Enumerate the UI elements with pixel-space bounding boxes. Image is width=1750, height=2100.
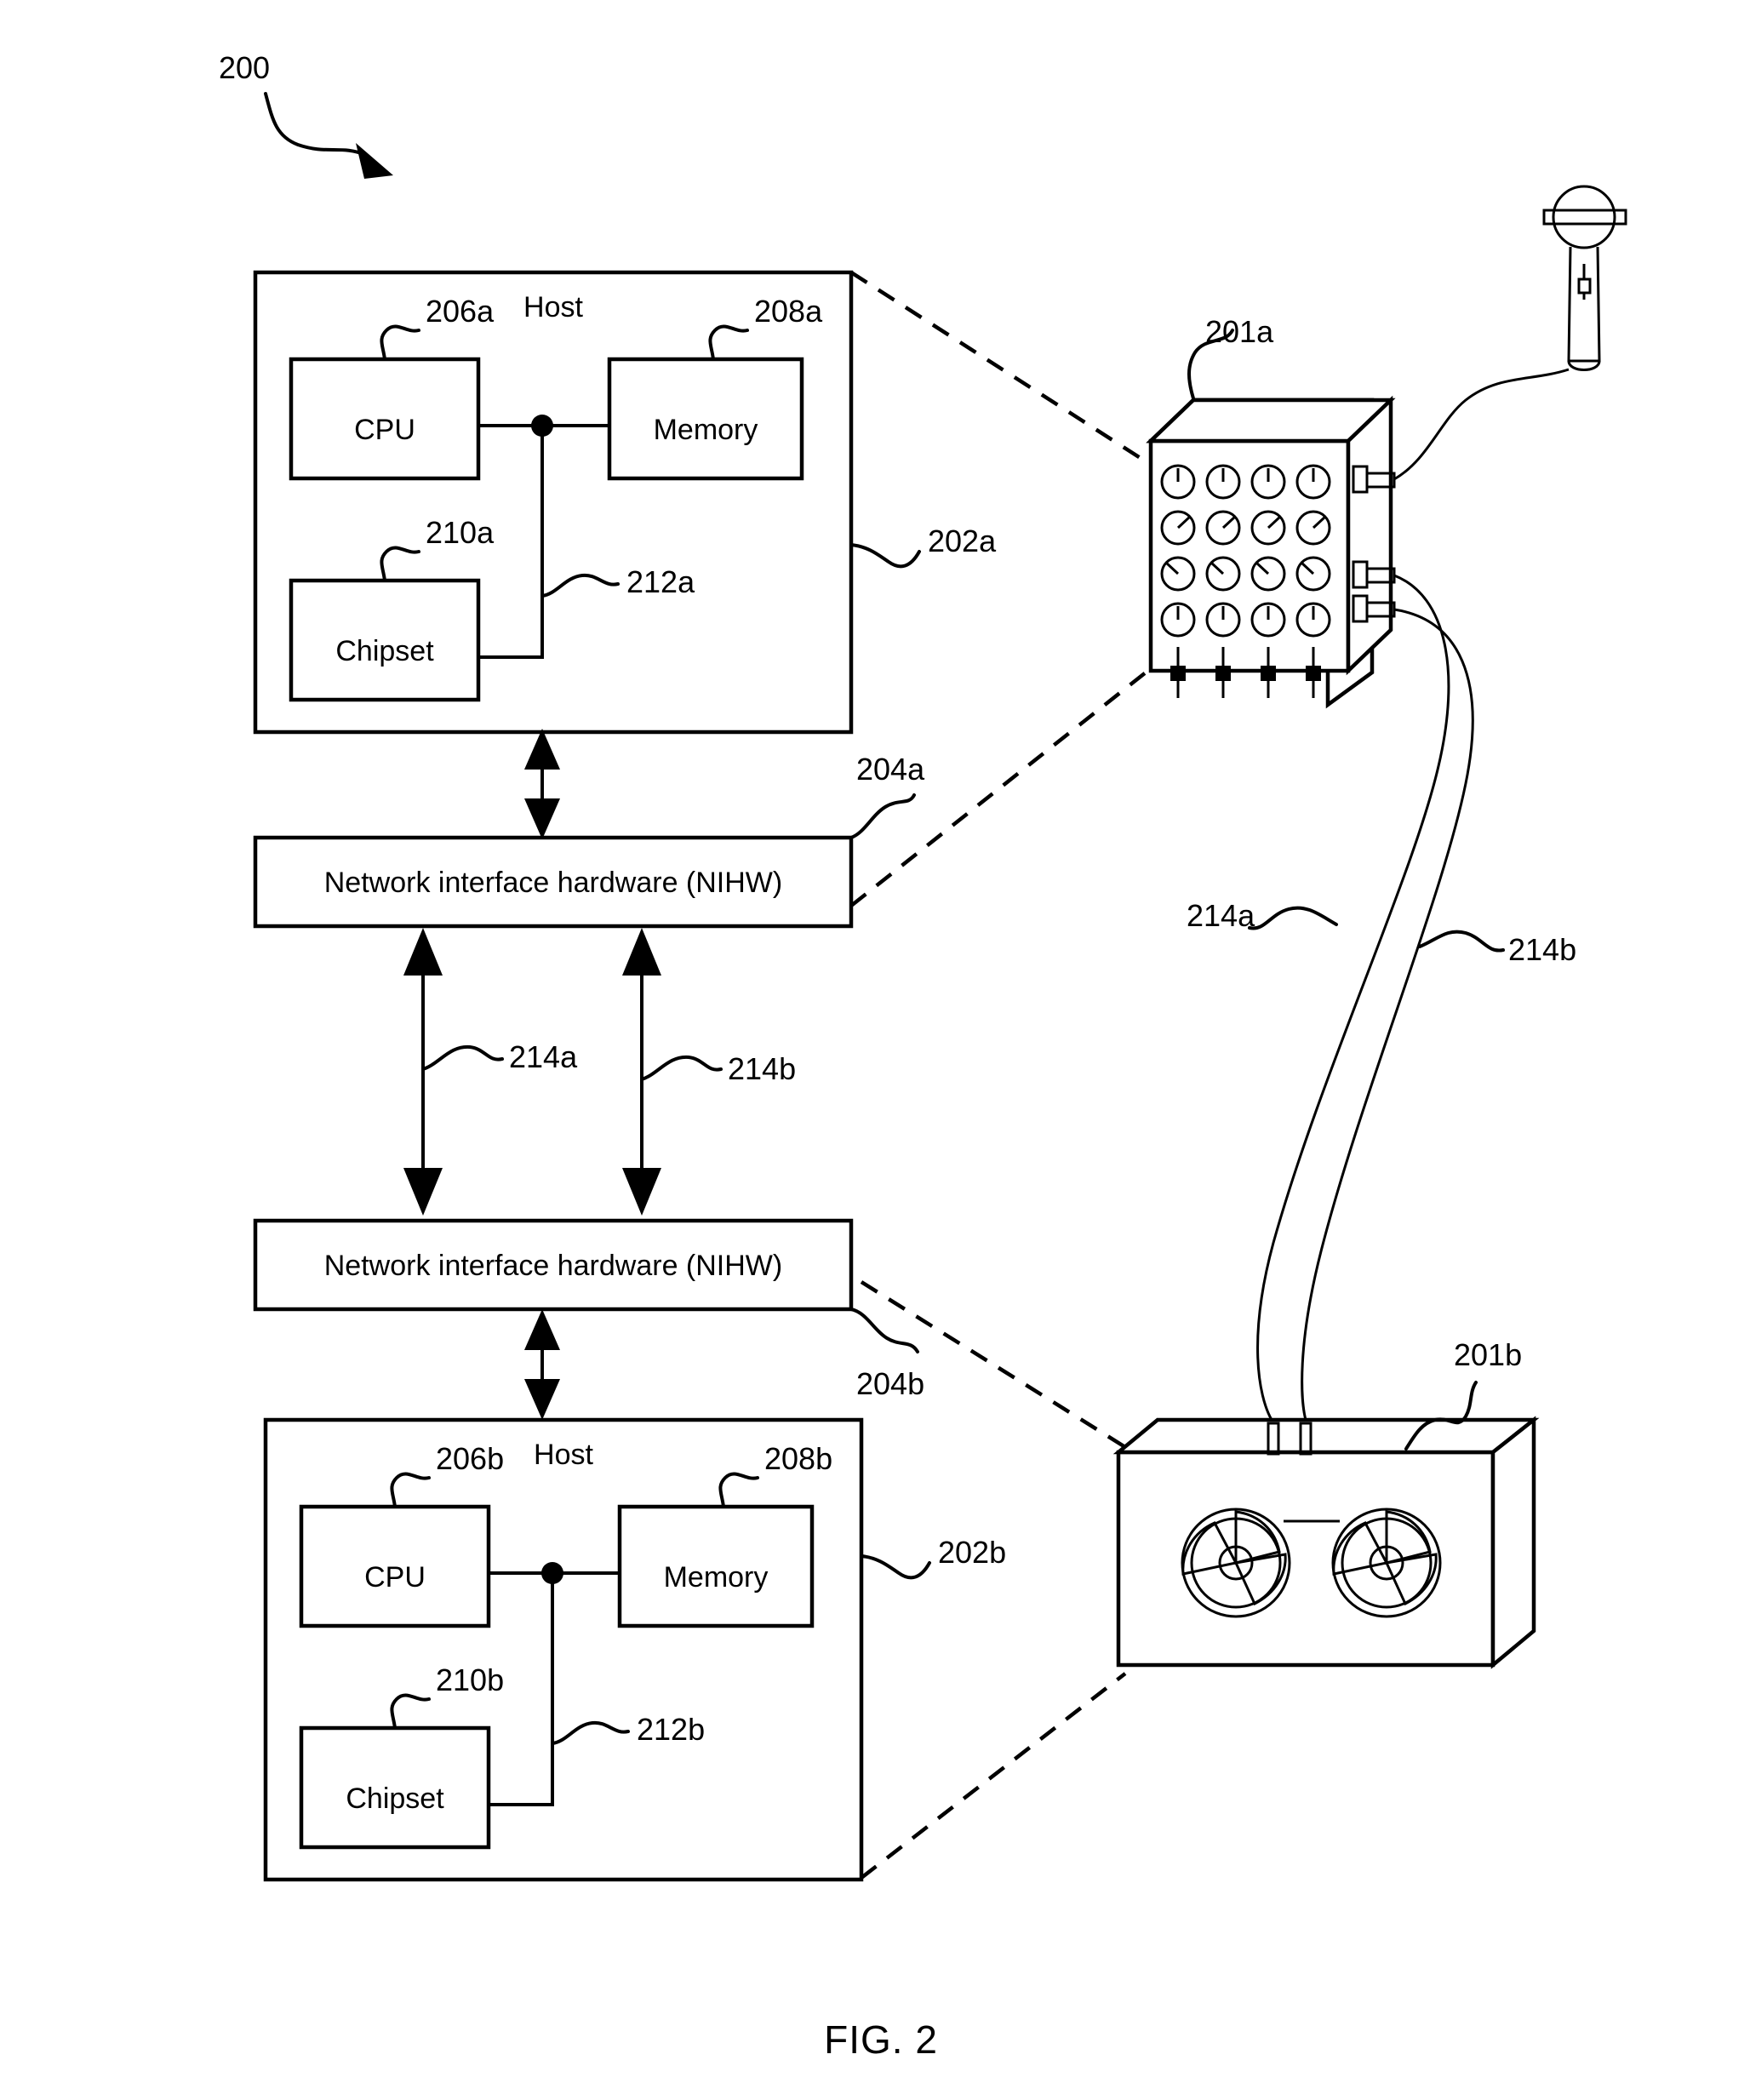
host-b-ref-label: 202b — [938, 1535, 1006, 1570]
link-b-ref-leader — [640, 1055, 723, 1081]
host-b-cpu-label: CPU — [364, 1561, 426, 1594]
figure-caption: FIG. 2 — [824, 2017, 938, 2062]
host-a-cpu-label: CPU — [354, 414, 415, 446]
nihw-b-to-host-b-arrow — [524, 1309, 560, 1420]
link-a-arrow — [403, 928, 443, 1216]
system-ref-label: 200 — [219, 50, 270, 85]
host-b-cpu-ref-label: 206b — [436, 1441, 504, 1476]
host-a-chipset-ref-label: 210a — [426, 515, 495, 550]
link-a-ref-label: 214a — [509, 1039, 578, 1074]
host-a-cpu-ref-label: 206a — [426, 294, 495, 329]
link-b-ref-label: 214b — [728, 1051, 796, 1086]
host-b-bus-ref-label: 212b — [637, 1712, 705, 1747]
host-a-title: Host — [523, 291, 583, 323]
cable-b-ref-leader — [1418, 930, 1505, 953]
host-a-memory-ref-label: 208a — [754, 294, 823, 329]
cable-214b — [1301, 608, 1474, 1421]
cable-a-ref-leader — [1248, 906, 1338, 930]
nihw-a-label: Network interface hardware (NIHW) — [324, 867, 782, 899]
host-a-chipset-label: Chipset — [335, 635, 434, 667]
nihw-a-ref-label: 204a — [856, 752, 925, 787]
nihw-a-ref-leader — [849, 793, 916, 839]
mixer-ref-label: 201a — [1205, 314, 1274, 349]
link-a-ref-leader — [421, 1044, 504, 1071]
speaker-device — [1112, 1416, 1540, 1669]
system-ref-leader — [264, 92, 393, 179]
host-a-ref-label: 202a — [928, 524, 997, 558]
microphone — [1542, 185, 1627, 371]
patent-figure: 200 Host 202a CPU 206a Memory 208a Chips… — [0, 0, 1750, 2100]
host-b-chipset-label: Chipset — [346, 1782, 444, 1815]
host-b-title: Host — [534, 1439, 593, 1471]
figure-canvas: 200 Host 202a CPU 206a Memory 208a Chips… — [219, 50, 1627, 2062]
nihw-b-ref-leader — [849, 1307, 919, 1353]
nihw-b-ref-label: 204b — [856, 1366, 924, 1401]
host-a-memory-label: Memory — [654, 414, 758, 446]
host-b-memory-label: Memory — [664, 1561, 769, 1594]
host-b-ref-leader — [860, 1554, 931, 1580]
host-a-to-nihw-a-arrow — [524, 729, 560, 839]
speaker-ref-label: 201b — [1454, 1337, 1522, 1372]
nihw-b-label: Network interface hardware (NIHW) — [324, 1250, 782, 1282]
host-a-ref-leader — [849, 543, 921, 569]
callout-upper — [849, 271, 1147, 907]
host-b-chipset-ref-label: 210b — [436, 1662, 504, 1697]
host-b-memory-ref-label: 208b — [764, 1441, 832, 1476]
cable-a-ref-label: 214a — [1187, 898, 1255, 933]
cable-214a — [1256, 574, 1450, 1421]
cable-b-ref-label: 214b — [1508, 932, 1576, 967]
host-a-bus-ref-label: 212a — [626, 564, 695, 599]
mixer-device — [1146, 395, 1396, 709]
